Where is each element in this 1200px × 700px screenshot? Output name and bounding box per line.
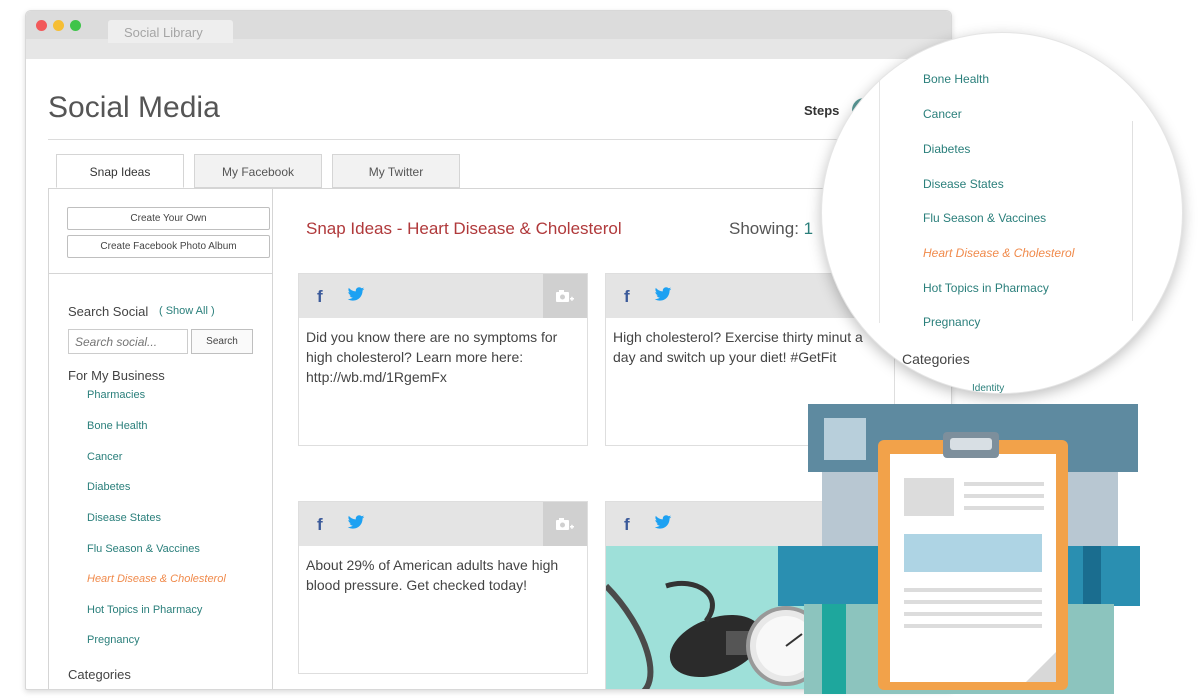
zoom-item-cancer: Cancer [923,107,962,121]
create-your-own-button[interactable]: Create Your Own [67,207,270,230]
section-title: Snap Ideas - Heart Disease & Cholesterol [306,219,622,238]
post-text: About 29% of American adults have high b… [306,557,559,593]
twitter-icon[interactable] [654,285,672,303]
add-photo-icon [556,518,574,530]
sidebar-item-heart-disease[interactable]: Heart Disease & Cholesterol [87,573,226,585]
facebook-icon[interactable]: f [317,515,323,535]
tab-my-twitter[interactable]: My Twitter [332,154,460,188]
divider [48,273,273,274]
facebook-icon[interactable]: f [624,515,630,535]
twitter-icon[interactable] [347,285,365,303]
add-photo-icon [556,290,574,302]
card-header: f [299,502,587,546]
page-title: Social Media [48,91,220,124]
create-facebook-album-button[interactable]: Create Facebook Photo Album [67,235,270,258]
sidebar-item-pregnancy[interactable]: Pregnancy [87,634,140,646]
sidebar-item-hot-topics[interactable]: Hot Topics in Pharmacy [87,604,202,616]
search-input[interactable] [68,329,188,354]
zoom-item-diabetes: Diabetes [923,142,971,156]
twitter-icon[interactable] [654,513,672,531]
post-text: Did you know there are no symptoms for h… [306,329,558,385]
sidebar-item-disease-states[interactable]: Disease States [87,512,161,524]
twitter-icon[interactable] [347,513,365,531]
facebook-icon[interactable]: f [624,287,630,307]
zoom-item-flu-season: Flu Season & Vaccines [923,211,1047,225]
minimize-window-button[interactable] [53,20,64,31]
divider [48,139,928,140]
card-header: f [299,274,587,318]
sidebar-item-pharmacies[interactable]: Pharmacies [87,389,145,401]
close-window-button[interactable] [36,20,47,31]
show-all-link[interactable]: ( Show All ) [159,305,215,317]
zoom-item-heart-disease: Heart Disease & Cholesterol [923,246,1075,260]
zoom-categories-heading: Categories [902,351,970,367]
divider [1132,121,1133,321]
add-photo-button[interactable] [543,274,587,318]
tab-snap-ideas[interactable]: Snap Ideas [56,154,184,188]
for-my-business-heading: For My Business [68,368,165,383]
post-text: High cholesterol? Exercise thirty minut … [613,329,863,365]
showing-count: Showing: 1 [729,219,813,239]
tab-my-facebook[interactable]: My Facebook [194,154,322,188]
zoom-item-identity: Identity [972,383,1005,394]
steps-label: Steps [804,103,840,118]
zoom-item-pregnancy: Pregnancy [923,315,981,329]
zoom-item-disease-states: Disease States [923,177,1004,191]
sidebar-item-diabetes[interactable]: Diabetes [87,481,130,493]
maximize-window-button[interactable] [70,20,81,31]
zoom-item-hot-topics: Hot Topics in Pharmacy [923,281,1049,295]
zoom-item-bone-health: Bone Health [923,72,990,86]
clipboard-books-illustration [778,404,1140,694]
divider [879,33,880,323]
sidebar-item-flu-season[interactable]: Flu Season & Vaccines [87,543,200,555]
categories-heading: Categories [68,667,131,682]
sidebar-item-bone-health[interactable]: Bone Health [87,420,148,432]
zoom-magnifier: Bone Health Cancer Diabetes Disease Stat… [821,32,1183,394]
post-card: f Did you know there are no symptoms for… [298,273,588,446]
browser-tab-label: Social Library [124,25,203,40]
search-button[interactable]: Search [191,329,253,354]
sidebar-item-cancer[interactable]: Cancer [87,451,122,463]
search-social-heading: Search Social [68,304,149,319]
showing-value: 1 [803,219,814,238]
post-card: f About 29% of American adults have high… [298,501,588,674]
facebook-icon[interactable]: f [317,287,323,307]
showing-label: Showing: [729,219,799,238]
add-photo-button[interactable] [543,502,587,546]
